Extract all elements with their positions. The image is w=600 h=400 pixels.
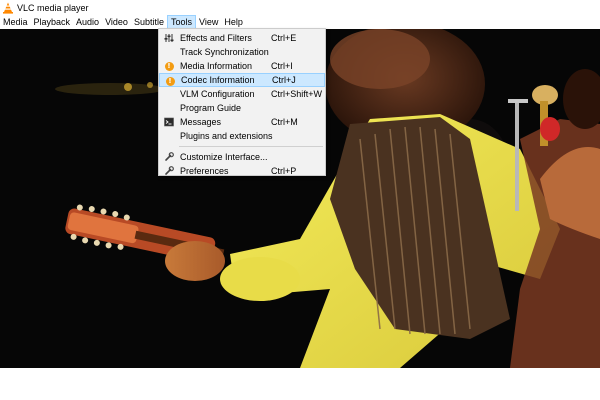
- menu-item-label: Customize Interface...: [180, 152, 268, 162]
- menu-item-label: Plugins and extensions: [180, 131, 273, 141]
- tools-dropdown-menu: Effects and Filters Ctrl+E Track Synchro…: [158, 28, 326, 176]
- menu-help[interactable]: Help: [221, 15, 246, 29]
- menu-item-messages[interactable]: Messages Ctrl+M: [159, 115, 325, 129]
- menu-item-program-guide[interactable]: Program Guide: [159, 101, 325, 115]
- wrench-icon: [164, 166, 174, 176]
- menu-media[interactable]: Media: [0, 15, 31, 29]
- menu-subtitle[interactable]: Subtitle: [131, 15, 167, 29]
- menu-item-shortcut: Ctrl+I: [271, 61, 293, 71]
- menu-item-label: Track Synchronization: [180, 47, 269, 57]
- menu-item-shortcut: Ctrl+J: [272, 75, 296, 85]
- menu-item-label: VLM Configuration: [180, 89, 255, 99]
- menu-item-effects-filters[interactable]: Effects and Filters Ctrl+E: [159, 31, 325, 45]
- menu-tools[interactable]: Tools: [166, 15, 196, 29]
- menu-item-label: Program Guide: [180, 103, 242, 113]
- menu-item-shortcut: Ctrl+P: [271, 166, 297, 176]
- vlc-cone-icon: [2, 2, 14, 14]
- menu-item-label: Preferences: [180, 166, 229, 176]
- control-area: [0, 368, 600, 400]
- menu-video[interactable]: Video: [102, 15, 131, 29]
- menu-item-label: Codec Information: [181, 75, 255, 85]
- equalizer-icon: [164, 33, 174, 43]
- window-title: VLC media player: [17, 2, 89, 13]
- menu-item-track-synchronization[interactable]: Track Synchronization: [159, 45, 325, 59]
- menu-audio[interactable]: Audio: [73, 15, 102, 29]
- menu-item-shortcut: Ctrl+M: [271, 117, 298, 127]
- info-icon: !: [164, 61, 174, 71]
- menu-item-vlm-configuration[interactable]: VLM Configuration Ctrl+Shift+W: [159, 87, 325, 101]
- menu-item-label: Messages: [180, 117, 222, 127]
- menu-item-media-information[interactable]: ! Media Information Ctrl+I: [159, 59, 325, 73]
- menu-item-codec-information[interactable]: ! Codec Information Ctrl+J: [159, 73, 325, 87]
- menu-bar: Media Playback Audio Video Subtitle Tool…: [0, 15, 600, 29]
- menu-item-preferences[interactable]: Preferences Ctrl+P: [159, 164, 325, 178]
- menu-view[interactable]: View: [196, 15, 221, 29]
- info-icon: !: [165, 76, 175, 86]
- title-bar: VLC media player: [0, 0, 600, 15]
- menu-separator: [179, 146, 323, 147]
- menu-playback[interactable]: Playback: [31, 15, 74, 29]
- menu-item-plugins-extensions[interactable]: Plugins and extensions: [159, 129, 325, 143]
- menu-item-label: Media Information: [180, 61, 253, 71]
- menu-item-label: Effects and Filters: [180, 33, 252, 43]
- menu-item-shortcut: Ctrl+E: [271, 33, 297, 43]
- wrench-icon: [164, 152, 174, 162]
- terminal-icon: [164, 117, 174, 127]
- menu-item-customize-interface[interactable]: Customize Interface...: [159, 150, 325, 164]
- menu-item-shortcut: Ctrl+Shift+W: [271, 89, 323, 99]
